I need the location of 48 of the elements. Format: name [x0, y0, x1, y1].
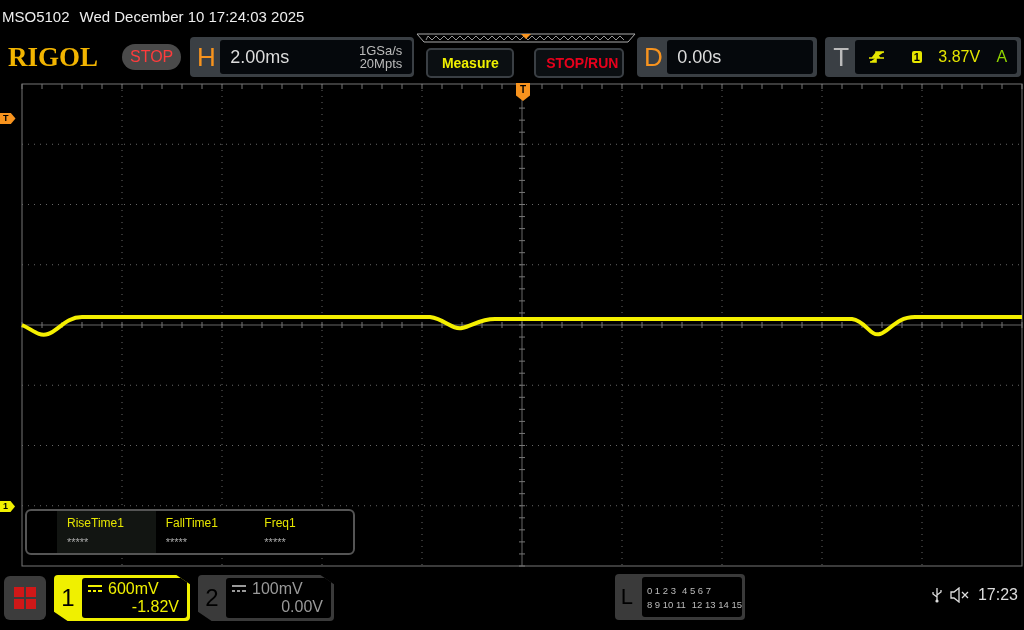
channel-number: 1	[60, 583, 76, 613]
channel-panel[interactable]: 2 100mV 0.00V	[198, 575, 334, 621]
trigger-position-marker[interactable]: T	[516, 83, 530, 101]
measurement-value: *****	[165, 536, 189, 548]
channel-offset: 0.00V	[280, 598, 323, 616]
measurement-value: *****	[264, 536, 287, 548]
measurement-name: RiseTime1	[67, 516, 125, 530]
speaker-muted-icon	[949, 587, 970, 603]
digital-channel-numbers: 0 1 2 3	[646, 584, 676, 596]
trigger-level-value: 3.87V	[938, 48, 981, 66]
trigger-mode: A	[996, 48, 1008, 66]
measurement-name: FallTime1	[165, 516, 219, 530]
channel-panel[interactable]: 1 600mV -1.82V	[54, 575, 190, 621]
trigger-label: T	[832, 41, 851, 73]
delay-label: D	[642, 41, 664, 73]
channel-offset: -1.82V	[130, 598, 179, 616]
grid-squares-icon	[14, 587, 36, 609]
channel-offset-marker[interactable]: 1	[0, 501, 15, 512]
delay-panel[interactable]: D 0.00s	[637, 37, 818, 77]
model-name: MSO5102	[2, 8, 70, 25]
trigger-level-marker[interactable]: T	[0, 113, 16, 124]
usb-icon	[931, 587, 942, 603]
measurement-value: *****	[67, 536, 90, 548]
digital-channel-numbers: 8 9 10 11	[646, 598, 686, 610]
measure-button[interactable]: Measure	[426, 48, 515, 78]
channel-scale: 600mV	[108, 580, 159, 598]
logic-label: L	[619, 583, 635, 611]
date-time: Wed December 10 17:24:03 2025	[79, 8, 305, 25]
channel-scale: 100mV	[252, 580, 303, 598]
digital-channel-numbers: 12 13 14 15	[691, 598, 742, 610]
memory-depth: 20Mpts	[358, 57, 403, 70]
horizontal-label: H	[195, 41, 217, 73]
sample-rate: 1GSa/s	[358, 44, 403, 57]
stop-run-button[interactable]: STOP/RUN	[534, 48, 625, 78]
dc-coupling-icon	[232, 585, 246, 593]
system-clock: 17:23	[977, 586, 1018, 604]
timebase-value: 2.00ms	[230, 46, 290, 68]
menu-button[interactable]	[4, 576, 46, 620]
measurement-name: Freq1	[264, 516, 297, 530]
dc-coupling-icon	[88, 585, 102, 593]
trigger-source-badge: 1	[911, 51, 922, 63]
trigger-panel[interactable]: T 1 3.87V A	[825, 37, 1022, 77]
logic-panel[interactable]: L 0 1 2 3 4 5 6 7 8 9 10 11 12 13 14 15	[615, 574, 745, 620]
delay-value: 0.00s	[677, 46, 722, 68]
channel-number: 2	[204, 583, 220, 613]
brand-logo: RIGOL	[8, 41, 100, 73]
digital-channel-numbers: 4 5 6 7	[681, 584, 711, 596]
horizontal-panel[interactable]: H 2.00ms 1GSa/s 20Mpts	[190, 37, 415, 77]
